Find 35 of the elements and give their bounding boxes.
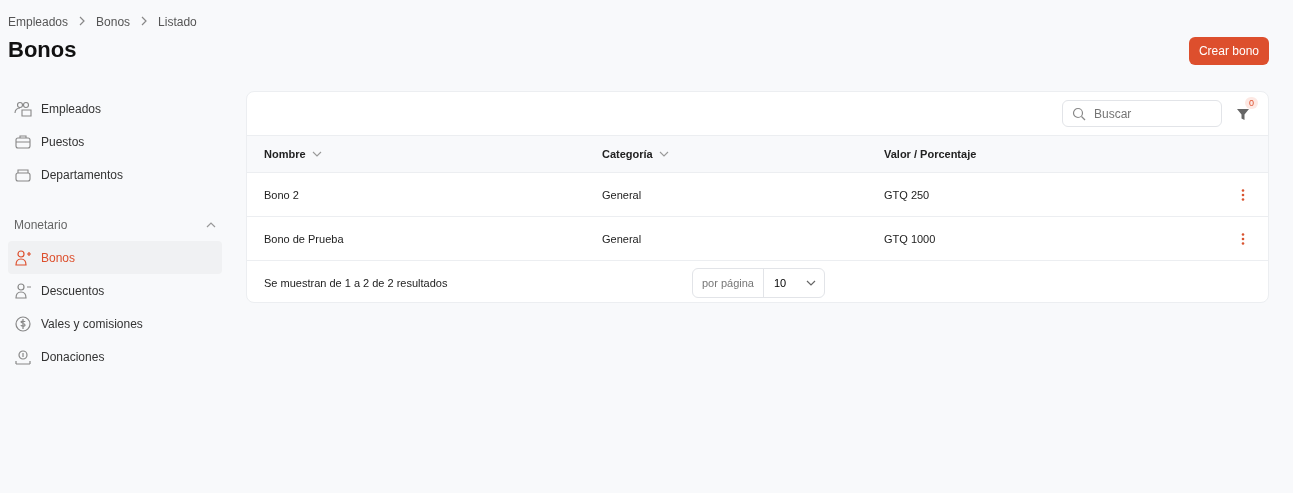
- column-header[interactable]: Valor / Porcentaje: [884, 148, 1218, 160]
- donation-icon: [14, 347, 32, 366]
- sidebar-item[interactable]: Vales y comisiones: [8, 307, 222, 340]
- sidebar-item[interactable]: Empleados: [8, 92, 222, 125]
- column-header[interactable]: Categoría: [602, 148, 884, 160]
- sidebar-item[interactable]: Descuentos: [8, 274, 222, 307]
- table-cell-text: GTQ 250: [884, 188, 931, 201]
- people-icon: [14, 99, 32, 118]
- person-plus-icon: [14, 248, 32, 267]
- more-options-button[interactable]: [1239, 230, 1247, 247]
- person-minus-icon: [14, 281, 32, 300]
- breadcrumb-link[interactable]: Bonos: [96, 15, 131, 29]
- breadcrumb-link[interactable]: Empleados: [8, 15, 69, 29]
- create-button[interactable]: Crear bono: [1188, 37, 1269, 65]
- table-cell-text: General: [602, 188, 643, 201]
- page-title: Bonos: [8, 37, 78, 63]
- sidebar-item[interactable]: Bonos: [8, 241, 222, 274]
- table-cell-text: Bono 2: [264, 188, 300, 201]
- sidebar-item[interactable]: Donaciones: [8, 340, 222, 373]
- table-cell-text: Bono de Prueba: [264, 232, 345, 245]
- results-summary: Se muestran de 1 a 2 de 2 resultados: [264, 277, 449, 289]
- filter-icon: [1236, 106, 1250, 121]
- column-header[interactable]: Nombre: [264, 148, 602, 160]
- search-icon: [1072, 107, 1086, 121]
- section-header[interactable]: Monetario: [8, 208, 222, 241]
- filter-count-badge: 0: [1245, 97, 1258, 109]
- table-cell-text: General: [602, 232, 643, 245]
- more-options-button[interactable]: [1239, 186, 1247, 203]
- breadcrumb-link[interactable]: Listado: [158, 15, 197, 29]
- briefcase-icon: [14, 132, 32, 151]
- search-field[interactable]: Buscar: [1062, 100, 1222, 127]
- dollar-coin-icon: [14, 314, 32, 333]
- sidebar-item[interactable]: Puestos: [8, 125, 222, 158]
- sidebar-item[interactable]: Departamentos: [8, 158, 222, 191]
- table-cell-text: GTQ 1000: [884, 232, 937, 245]
